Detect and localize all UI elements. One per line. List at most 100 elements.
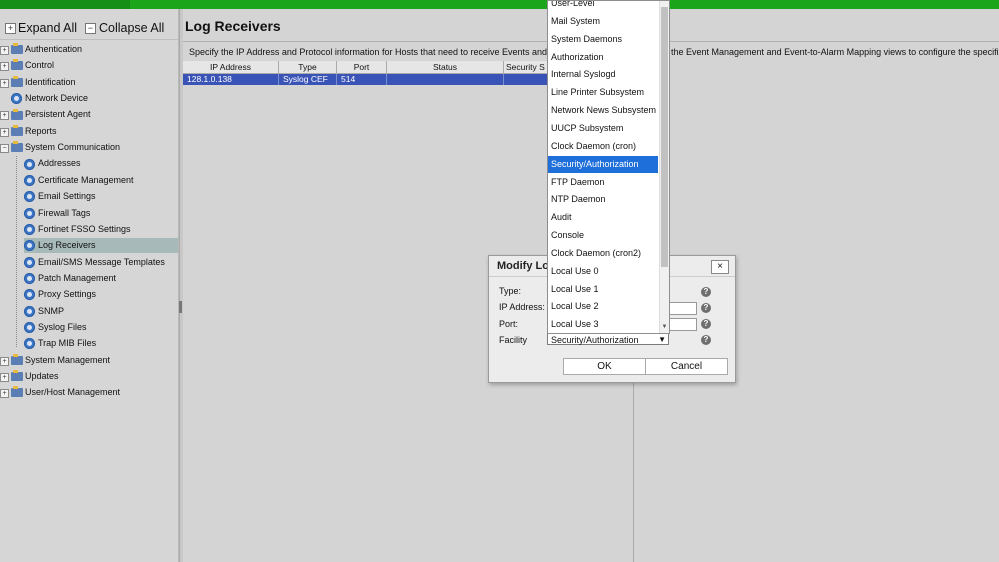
- dropdown-option[interactable]: Mail System: [548, 13, 658, 30]
- ok-button[interactable]: OK: [563, 358, 646, 375]
- folder-icon: [11, 370, 23, 382]
- page-description-continued: the Event Management and Event-to-Alarm …: [671, 47, 999, 57]
- close-button[interactable]: ×: [711, 260, 729, 274]
- dropdown-option[interactable]: Local Use 0: [548, 263, 658, 280]
- splitter-grip[interactable]: [179, 301, 182, 313]
- dropdown-option[interactable]: Clock Daemon (cron): [548, 138, 658, 155]
- expand-icon[interactable]: +: [0, 78, 9, 88]
- expand-icon[interactable]: +: [0, 46, 9, 55]
- facility-help-icon[interactable]: ?: [701, 335, 711, 345]
- tree-item-control[interactable]: + Control: [0, 58, 178, 73]
- facility-dropdown-list[interactable]: User-Level Mail System System Daemons Autho…: [547, 0, 670, 334]
- dropdown-option[interactable]: Local Use 2: [548, 298, 658, 315]
- tree-item-syslog-files[interactable]: Syslog Files: [24, 320, 178, 335]
- collapse-all-icon[interactable]: −: [85, 23, 96, 34]
- column-header-ip-address[interactable]: IP Address: [183, 61, 279, 73]
- column-header-status[interactable]: Status: [387, 61, 504, 73]
- dropdown-option[interactable]: FTP Daemon: [548, 174, 658, 191]
- dropdown-option[interactable]: Audit: [548, 209, 658, 226]
- cell-status: [387, 74, 504, 85]
- dropdown-option[interactable]: User-Level: [548, 1, 658, 12]
- top-banner-accent: [0, 0, 130, 9]
- tree-item-system-communication[interactable]: − System Communication: [0, 140, 178, 155]
- collapse-icon[interactable]: −: [0, 144, 9, 154]
- tree-item-label: Trap MIB Files: [38, 338, 97, 349]
- tree-item-label: User/Host Management: [25, 387, 121, 398]
- folder-icon: [11, 141, 23, 153]
- expand-all-button[interactable]: Expand All: [18, 21, 77, 35]
- tree-item-label: SNMP: [38, 305, 65, 316]
- expand-all-icon[interactable]: +: [5, 23, 16, 34]
- dropdown-option[interactable]: Security/Authorization: [548, 155, 658, 173]
- collapse-all-button[interactable]: Collapse All: [99, 21, 164, 35]
- type-help-icon[interactable]: ?: [701, 287, 711, 297]
- folder-icon: [11, 124, 23, 136]
- top-banner: [0, 0, 999, 9]
- dropdown-option[interactable]: Network News Subsystem: [548, 102, 658, 119]
- tree-item-log-receivers[interactable]: Log Receivers: [24, 238, 178, 254]
- tree-item-persistent-agent[interactable]: + Persistent Agent: [0, 107, 178, 122]
- tree-item-system-management[interactable]: + System Management: [0, 353, 178, 368]
- tree-item-label: Email Settings: [38, 191, 96, 202]
- dropdown-option[interactable]: Local Use 3: [548, 316, 658, 333]
- column-header-type[interactable]: Type: [279, 61, 337, 73]
- tree-item-network-device[interactable]: Network Device: [0, 91, 178, 106]
- dropdown-option[interactable]: Console: [548, 227, 658, 244]
- tree-item-firewall-tags[interactable]: Firewall Tags: [24, 206, 178, 221]
- tree-item-addresses[interactable]: Addresses: [24, 156, 178, 171]
- tree-item-user-host-management[interactable]: + User/Host Management: [0, 385, 178, 400]
- tree-item-label: Log Receivers: [38, 240, 96, 251]
- tree-item-updates[interactable]: + Updates: [0, 369, 178, 384]
- folder-icon: [11, 75, 23, 87]
- dropdown-option[interactable]: Authorization: [548, 49, 658, 66]
- expand-icon[interactable]: +: [0, 111, 9, 121]
- gear-icon: [11, 93, 22, 105]
- folder-icon: [11, 108, 23, 120]
- tree-item-reports[interactable]: + Reports: [0, 124, 178, 139]
- navigation-panel: + Expand All − Collapse All + Authenticat…: [0, 9, 179, 562]
- tree-item-identification[interactable]: + Identification: [0, 75, 178, 90]
- ip-address-help-icon[interactable]: ?: [701, 303, 711, 313]
- tree-item-email-sms-message-templates[interactable]: Email/SMS Message Templates: [24, 255, 178, 270]
- cancel-button[interactable]: Cancel: [645, 358, 728, 375]
- dropdown-option[interactable]: Internal Syslogd: [548, 66, 658, 83]
- facility-label: Facility: [499, 335, 528, 345]
- gear-icon: [24, 256, 35, 268]
- tree-item-certificate-management[interactable]: Certificate Management: [24, 173, 178, 188]
- column-header-port[interactable]: Port: [337, 61, 387, 73]
- tree-item-snmp[interactable]: SNMP: [24, 304, 178, 319]
- tree-item-trap-mib-files[interactable]: Trap MIB Files: [24, 336, 178, 351]
- gear-icon: [24, 322, 35, 334]
- folder-icon: [11, 353, 23, 365]
- dropdown-option[interactable]: Clock Daemon (cron2): [548, 245, 658, 262]
- tree-item-patch-management[interactable]: Patch Management: [24, 271, 178, 286]
- port-input[interactable]: [669, 318, 697, 331]
- port-help-icon[interactable]: ?: [701, 319, 711, 329]
- dropdown-option[interactable]: Local Use 1: [548, 281, 658, 298]
- ip-address-input[interactable]: [669, 302, 697, 315]
- facility-select[interactable]: Security/Authorization ▼: [547, 333, 669, 345]
- folder-icon: [11, 43, 23, 55]
- scrollbar-thumb[interactable]: [661, 7, 668, 267]
- tree-item-proxy-settings[interactable]: Proxy Settings: [24, 287, 178, 302]
- dropdown-option[interactable]: Line Printer Subsystem: [548, 84, 658, 101]
- tree-item-label: Reports: [25, 125, 57, 136]
- tree-item-label: Syslog Files: [38, 321, 87, 332]
- tree-item-label: Patch Management: [38, 272, 117, 283]
- dropdown-option[interactable]: NTP Daemon: [548, 191, 658, 208]
- expand-icon[interactable]: +: [0, 356, 9, 366]
- tree-item-authentication[interactable]: + Authentication: [0, 42, 178, 57]
- folder-icon: [11, 386, 23, 398]
- tree-item-fortinet-fsso-settings[interactable]: Fortinet FSSO Settings: [24, 222, 178, 237]
- dropdown-scrollbar[interactable]: ▼: [659, 1, 669, 333]
- expand-icon[interactable]: +: [0, 389, 9, 399]
- tree-item-email-settings[interactable]: Email Settings: [24, 189, 178, 204]
- expand-icon[interactable]: +: [0, 373, 9, 382]
- dropdown-option[interactable]: System Daemons: [548, 31, 658, 48]
- expand-icon[interactable]: +: [0, 62, 9, 72]
- expand-icon[interactable]: +: [0, 127, 9, 137]
- gear-icon: [24, 273, 35, 285]
- scroll-down-arrow-icon[interactable]: ▼: [660, 323, 669, 331]
- cell-port: 514: [337, 74, 387, 85]
- dropdown-option[interactable]: UUCP Subsystem: [548, 120, 658, 137]
